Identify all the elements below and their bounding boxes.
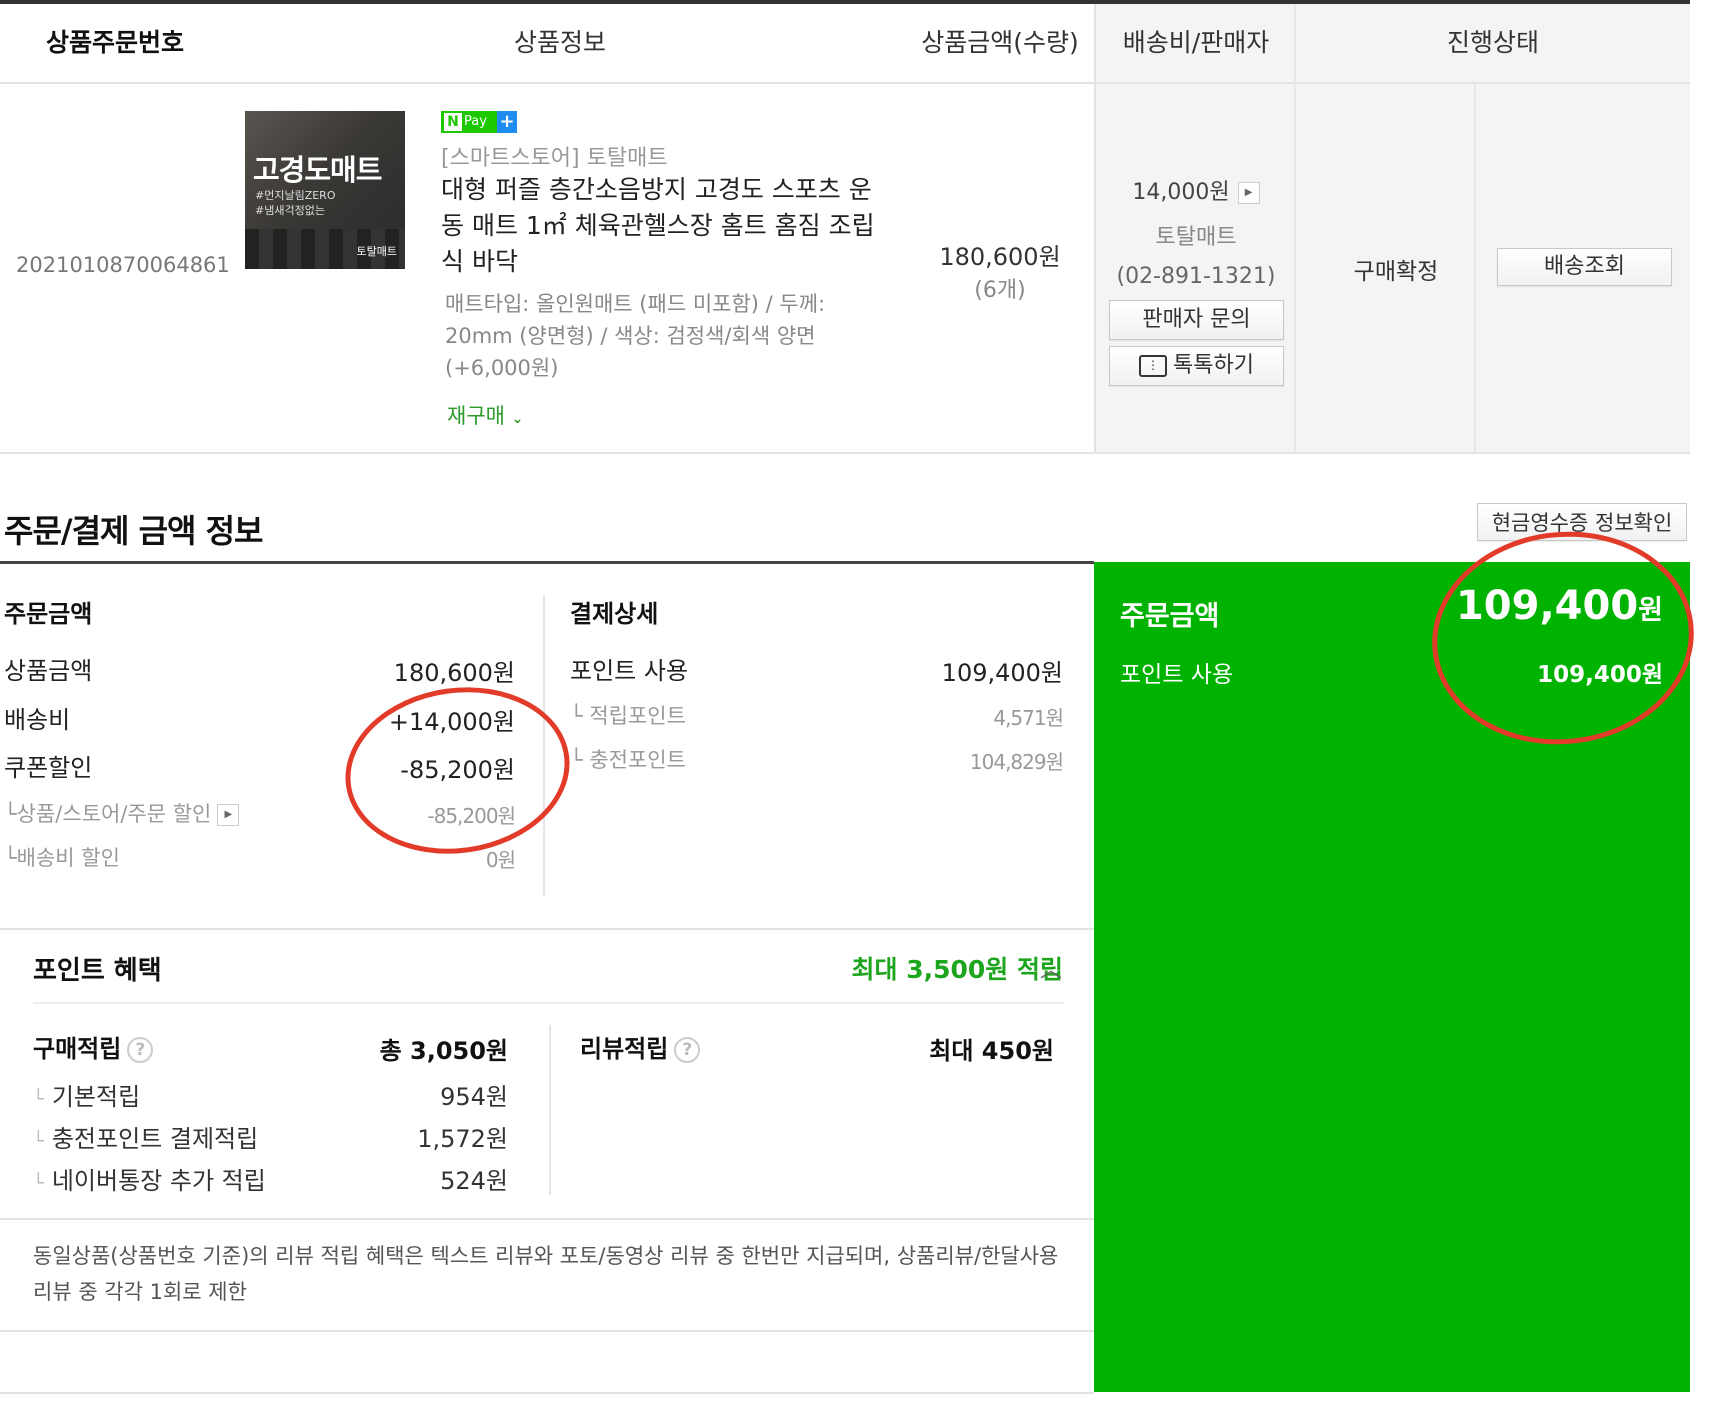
summary-title: 주문금액: [1120, 601, 1220, 632]
benefit-max[interactable]: 최대 3,500원 적립: [780, 950, 1064, 986]
summary-point-label: 포인트 사용: [1120, 662, 1234, 688]
column-divider: [549, 1025, 551, 1195]
tree-branch-icon: └: [33, 1089, 44, 1110]
page-bottom-divider: [0, 1392, 1094, 1394]
header-price-qty: 상품금액(수량): [921, 28, 1079, 57]
store-name[interactable]: [스마트스토어] 토탈매트: [441, 140, 668, 172]
naver-n-icon: N: [444, 113, 462, 131]
rebuy-label: 재구매: [447, 404, 505, 428]
npay-plus-badge: N Pay +: [441, 111, 517, 133]
chevron-down-icon: ⌄: [511, 411, 524, 427]
benefit-top-divider: [0, 928, 1094, 930]
order-subitem-label: 배송비 할인: [16, 846, 120, 870]
purchase-subitem: └ 충전포인트 결제적립: [33, 1119, 258, 1154]
purchase-subitem: └ 네이버통장 추가 적립: [33, 1161, 266, 1196]
purchase-subitem-label: 기본적립: [51, 1083, 141, 1111]
question-icon[interactable]: ?: [674, 1037, 701, 1063]
detail-subitem: └ 적립포인트: [570, 700, 686, 730]
detail-subitem-value: 4,571원: [993, 706, 1064, 730]
header-product-info: 상품정보: [513, 28, 606, 57]
tree-branch-icon: └: [570, 748, 590, 772]
section-divider: [0, 561, 1094, 564]
review-reward-label: 리뷰적립: [580, 1035, 669, 1063]
notice-divider: [0, 1218, 1094, 1220]
point-use-value: 109,400원: [941, 659, 1063, 687]
purchase-reward-label: 구매적립: [33, 1035, 122, 1063]
seller-tel: (02-891-1321): [1116, 264, 1276, 289]
order-subitem: └배송비 할인: [4, 842, 120, 872]
play-arrow-icon[interactable]: ▶: [217, 804, 240, 826]
header-status: 진행상태: [1446, 28, 1539, 57]
purchase-reward: 구매적립?: [33, 1029, 154, 1064]
shipping-fee: 14,000원 ▶: [1096, 174, 1296, 206]
talk-button[interactable]: ⋮ 톡톡하기: [1109, 346, 1284, 386]
thumbnail-subtext: #먼지날림ZERO #냄새걱정없는: [255, 189, 336, 217]
chat-bubble-icon: ⋮: [1139, 355, 1168, 377]
order-item-label: 쿠폰할인: [4, 754, 93, 782]
order-subitem-label: 상품/스토어/주문 할인: [16, 802, 212, 826]
plus-icon: +: [497, 111, 517, 133]
product-thumbnail[interactable]: 고경도매트 #먼지날림ZERO #냄새걱정없는 토탈매트: [245, 111, 405, 269]
tree-branch-icon: └: [33, 1173, 44, 1194]
order-item-label: 상품금액: [4, 657, 93, 685]
order-subitem: └상품/스토어/주문 할인 ▶: [4, 798, 240, 828]
purchase-subitem-value: 524원: [440, 1167, 508, 1195]
play-arrow-icon[interactable]: ▶: [1237, 182, 1260, 204]
product-price: 180,600원: [939, 243, 1061, 271]
tree-branch-icon: └: [570, 704, 590, 728]
review-reward: 리뷰적립?: [580, 1029, 701, 1064]
tree-branch-icon: └: [33, 1131, 44, 1152]
header-order-no: 상품주문번호: [45, 28, 184, 57]
product-title[interactable]: 대형 퍼즐 층간소음방지 고경도 스포츠 운동 매트 1㎡ 체육관헬스장 홈트 …: [441, 172, 881, 280]
purchase-subitem: └ 기본적립: [33, 1077, 140, 1112]
order-amount-title: 주문금액: [4, 600, 93, 628]
question-icon[interactable]: ?: [127, 1037, 154, 1063]
purchase-subitem-value: 954원: [440, 1083, 508, 1111]
order-status: 구매확정: [1353, 259, 1439, 285]
benefit-title: 포인트 혜택: [33, 956, 162, 986]
seller-inquiry-button[interactable]: 판매자 문의: [1109, 300, 1284, 340]
purchase-subitem-label: 네이버통장 추가 적립: [51, 1167, 266, 1195]
rebuy-link[interactable]: 재구매 ⌄: [447, 400, 523, 430]
order-item-label: 배송비: [4, 706, 71, 734]
tracking-button[interactable]: 배송조회: [1497, 248, 1672, 286]
detail-subitem-value: 104,829원: [969, 750, 1064, 774]
point-use-label: 포인트 사용: [570, 657, 689, 685]
section-title: 주문/결제 금액 정보: [4, 512, 263, 550]
tree-branch-icon: └: [4, 802, 17, 826]
seller-name: 토탈매트: [1155, 225, 1237, 250]
notice-bottom-divider: [0, 1330, 1094, 1332]
tree-branch-icon: └: [4, 846, 17, 870]
detail-subitem-label: 적립포인트: [589, 704, 686, 728]
detail-subitem-label: 충전포인트: [589, 748, 686, 772]
detail-subitem: └ 충전포인트: [570, 744, 686, 774]
chevron-up-icon[interactable]: ︿: [1040, 952, 1062, 984]
purchase-reward-total: 총 3,050원: [379, 1037, 508, 1065]
row-divider: [0, 452, 1690, 454]
thumbnail-logo: 토탈매트: [356, 245, 397, 258]
product-quantity: (6개): [974, 278, 1026, 303]
purchase-subitem-label: 충전포인트 결제적립: [51, 1125, 259, 1153]
order-number: 2021010870064861: [16, 253, 230, 277]
product-options: 매트타입: 올인원매트 (패드 미포함) / 두께: 20mm (양면형) / …: [445, 292, 826, 380]
purchase-subitem-value: 1,572원: [417, 1125, 508, 1153]
header-divider: [0, 82, 1690, 84]
order-detail-page: 상품주문번호 상품정보 상품금액(수량) 배송비/판매자 진행상태 202101…: [0, 0, 1732, 1416]
npay-label: Pay: [464, 114, 487, 129]
payment-detail-title: 결제상세: [570, 600, 659, 628]
order-item-value: 180,600원: [393, 659, 515, 687]
thumbnail-title: 고경도매트: [253, 153, 382, 187]
header-ship-seller: 배송비/판매자: [1122, 28, 1270, 57]
benefit-divider: [33, 1002, 1064, 1004]
review-reward-value: 최대 450원: [929, 1037, 1054, 1065]
shipping-fee-value: 14,000원: [1132, 180, 1230, 205]
review-notice: 동일상품(상품번호 기준)의 리뷰 적립 혜택은 텍스트 리뷰와 포토/동영상 …: [33, 1244, 1059, 1304]
talk-label: 톡톡하기: [1173, 353, 1254, 378]
